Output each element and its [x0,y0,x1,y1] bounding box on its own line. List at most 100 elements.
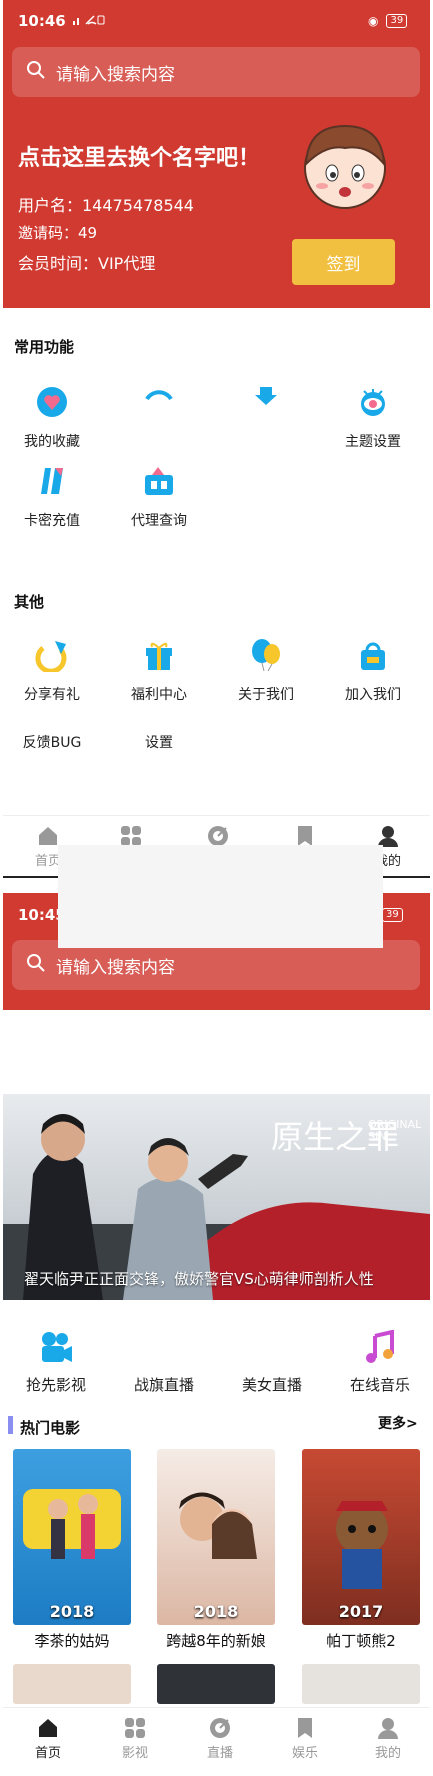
music-note-icon [332,1329,428,1366]
tab-video[interactable]: 影视 [100,1716,170,1761]
movie-poster-2[interactable]: 2018 [157,1449,275,1625]
grid-item-about[interactable]: 关于我们 [220,638,312,704]
tab-live[interactable]: 直播 [185,1716,255,1761]
grid-item-favorites[interactable]: 我的收藏 [6,385,98,451]
status-right-2: 39 [382,904,403,926]
live-icon [224,1330,320,1366]
nickname-prompt[interactable]: 点击这里去换个名字吧！ [18,140,260,172]
membership: 会员时间：VIP代理 [18,254,156,273]
grid-label: 我的收藏 [24,434,80,450]
more-link[interactable]: 更多> [378,1413,418,1433]
other-title: 其他 [14,593,45,611]
battery-icon: 39 [382,908,403,922]
grid-label: 关于我们 [238,687,294,703]
pin-icon [249,385,283,419]
grid-label: 加入我们 [345,687,401,703]
gift-icon [142,638,176,672]
quick-zhanqi-live[interactable]: 战旗直播 [116,1330,212,1395]
grid-label: 反馈BUG [22,735,82,751]
grid-label: 福利中心 [131,687,187,703]
hot-movies-title: 热门电影 [20,1419,81,1437]
grid-icon [123,1716,147,1740]
search-icon [26,60,46,84]
quick-label: 抢先影视 [25,1376,86,1394]
movie-poster-4[interactable] [13,1664,131,1704]
section-marker [8,1416,13,1434]
poster-year: 2018 [49,1602,95,1621]
movie-poster-3[interactable]: 2017 [302,1449,420,1625]
tab-label: 我的 [374,1746,401,1761]
quick-label: 战旗直播 [133,1376,194,1394]
eye-icon [356,385,390,419]
movie-poster-1[interactable]: 2018 [13,1449,131,1625]
grid-label: 主题设置 [345,434,401,450]
status-time: 10:46 [18,12,66,30]
poster-year: 2018 [193,1602,239,1621]
share-icon [35,638,69,674]
movie-title[interactable]: 跨越8年的新娘 [151,1630,281,1651]
movie-title[interactable]: 李茶的姑妈 [7,1630,137,1651]
arc-icon [142,385,176,419]
camera-icon [8,1330,104,1366]
search-icon [26,953,46,977]
tab-home[interactable]: 首页 [13,1716,83,1761]
bag-icon [356,638,390,672]
battery-icon: 39 [386,14,408,28]
tab-bar-bottom: 首页 影视 直播 娱乐 我的 [3,1707,430,1776]
tab-label: 影视 [121,1746,148,1761]
ticket-icon [142,464,176,498]
grid-item-arc[interactable] [113,385,205,431]
quick-online-music[interactable]: 在线音乐 [332,1329,428,1395]
quick-beauty-live[interactable]: 美女直播 [224,1330,320,1395]
avatar[interactable] [298,118,392,212]
movie-poster-5[interactable] [157,1664,275,1704]
grid-item-pin[interactable] [220,385,312,431]
home-icon [36,824,60,848]
quick-label: 美女直播 [241,1376,302,1394]
search-placeholder: 请输入搜索内容 [56,957,175,978]
poster-year: 2017 [338,1602,384,1621]
alarm-icon: ◉ [368,14,379,28]
grid-item-settings[interactable]: 设置 [113,720,205,752]
tab-mine[interactable]: 我的 [353,1716,423,1761]
search-placeholder: 请输入搜索内容 [56,64,175,85]
grid-label: 代理查询 [131,513,187,529]
common-functions-title: 常用功能 [14,338,75,356]
quick-first-film[interactable]: 抢先影视 [8,1330,104,1395]
zhanqi-icon [116,1330,212,1366]
username: 用户名：14475478544 [18,196,194,215]
quick-label: 在线音乐 [349,1376,410,1394]
overlay-panel [58,845,383,948]
movie-title[interactable]: 帕丁顿熊2 [296,1630,426,1651]
tab-entertainment[interactable]: 娱乐 [270,1716,340,1761]
grid-label: 设置 [145,735,173,751]
banner-subtitle: ORIGINAL SIN [368,1118,422,1143]
grid-item-join[interactable]: 加入我们 [327,638,419,704]
status-right: ◉ 39 [368,10,408,32]
balloon-icon [249,638,283,672]
grid-item-welfare[interactable]: 福利中心 [113,638,205,704]
status-bar: 10:46 [18,10,106,32]
invite-code: 邀请码：49 [18,224,98,242]
tab-label: 直播 [206,1746,233,1761]
grid-item-recharge[interactable]: 卡密充值 [6,464,98,530]
grid-item-theme[interactable]: 主题设置 [327,385,419,451]
user-icon [376,1716,400,1740]
home-icon [36,1716,60,1740]
tab-label: 首页 [34,1746,61,1761]
search-bar[interactable]: 请输入搜索内容 [12,47,420,97]
signal-icon [72,12,106,30]
target-icon [208,1716,232,1740]
grid-item-agent-query[interactable]: 代理查询 [113,464,205,530]
card-icon [35,464,69,498]
grid-label: 分享有礼 [24,687,80,703]
bookmark-icon [293,1716,317,1740]
grid-item-share[interactable]: 分享有礼 [6,638,98,704]
movie-poster-6[interactable] [302,1664,420,1704]
grid-item-feedback[interactable]: 反馈BUG [6,720,98,752]
grid-label: 卡密充值 [24,513,80,529]
heart-drop-icon [35,385,69,419]
banner-caption: 翟天临尹正正面交锋，傲娇警官VS心萌律师剖析人性 [24,1270,374,1288]
tab-label: 娱乐 [291,1746,318,1761]
signin-button[interactable]: 签到 [292,239,395,285]
